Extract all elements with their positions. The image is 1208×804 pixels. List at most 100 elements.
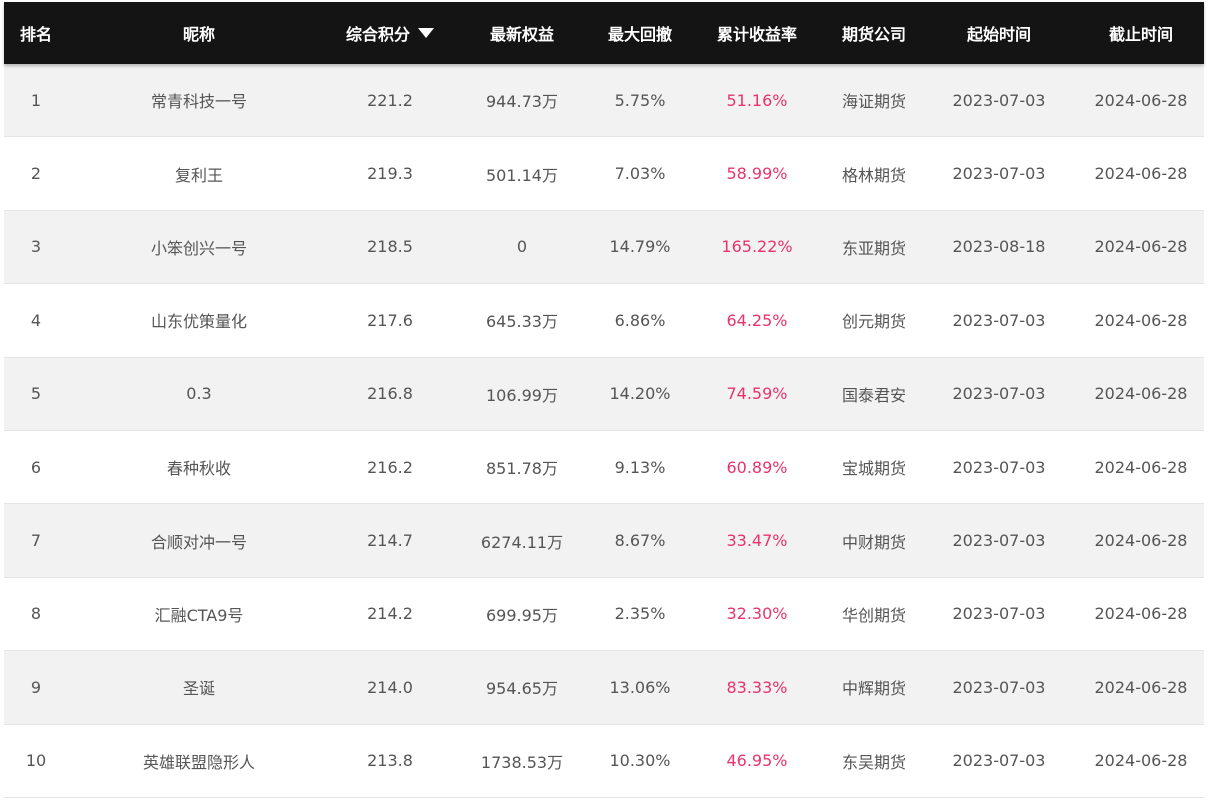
column-header-end: 截止时间 bbox=[1108, 25, 1173, 44]
start-date-cell: 2023-07-03 bbox=[952, 677, 1046, 697]
start-date-cell: 2023-07-03 bbox=[952, 751, 1046, 771]
table-row: 8 汇融CTA9号 214.2 699.95万 2.35% 32.30% 华创期货 2023-… bbox=[4, 577, 1204, 652]
end-date-cell: 2024-06-28 bbox=[1094, 237, 1188, 257]
table-row: 10 英雄联盟隐形人 213.8 1738.53万 10.30% 46.95% 东吴期货 20… bbox=[4, 724, 1204, 798]
equity-cell: 954.65万 bbox=[486, 679, 558, 699]
broker-cell: 东亚期货 bbox=[841, 238, 906, 258]
broker-cell: 华创期货 bbox=[841, 605, 906, 625]
table-row: 2 复利王 219.3 501.14万 7.03% 58.99% 格林期货 2023-07-0… bbox=[4, 137, 1204, 211]
rank-cell: 2 bbox=[30, 164, 42, 184]
drawdown-cell: 5.75% bbox=[614, 90, 666, 110]
end-date-cell: 2024-06-28 bbox=[1094, 384, 1188, 404]
table-row: 4 山东优策量化 217.6 645.33万 6.86% 64.25% 创元期货 2023-0… bbox=[4, 284, 1204, 358]
score-cell: 221.2 bbox=[367, 90, 413, 110]
end-date-cell: 2024-06-28 bbox=[1094, 164, 1188, 184]
score-cell: 216.2 bbox=[367, 457, 413, 477]
broker-cell: 创元期货 bbox=[841, 312, 906, 332]
score-cell: 214.0 bbox=[367, 677, 413, 697]
nickname-cell: 汇融CTA9号 bbox=[68, 577, 330, 651]
rank-cell: 10 bbox=[25, 751, 47, 771]
nickname-cell: 春种秋收 bbox=[68, 430, 330, 504]
cum-return-cell: 58.99% bbox=[726, 164, 788, 184]
end-date-cell: 2024-06-28 bbox=[1094, 751, 1188, 771]
cum-return-cell: 33.47% bbox=[726, 531, 788, 551]
equity-cell: 0 bbox=[516, 237, 528, 257]
table-row: 5 0.3 216.8 106.99万 14.20% 74.59% 国泰君安 2023-07-… bbox=[4, 357, 1204, 431]
drawdown-cell: 14.79% bbox=[609, 237, 671, 257]
cum-return-cell: 32.30% bbox=[726, 604, 788, 624]
nickname-cell: 复利王 bbox=[68, 137, 330, 210]
end-date-cell: 2024-06-28 bbox=[1094, 90, 1188, 110]
drawdown-cell: 9.13% bbox=[614, 457, 666, 477]
cum-return-cell: 64.25% bbox=[726, 310, 788, 330]
start-date-cell: 2023-07-03 bbox=[952, 164, 1046, 184]
nickname-cell: 合顺对冲一号 bbox=[68, 504, 330, 577]
start-date-cell: 2023-08-18 bbox=[952, 237, 1046, 257]
start-date-cell: 2023-07-03 bbox=[952, 457, 1046, 477]
table-row: 9 圣诞 214.0 954.65万 13.06% 83.33% 中辉期货 2023-07-0… bbox=[4, 651, 1204, 725]
nickname-cell: 0.3 bbox=[68, 357, 330, 430]
drawdown-cell: 2.35% bbox=[614, 604, 666, 624]
broker-cell: 东吴期货 bbox=[841, 752, 906, 772]
end-date-cell: 2024-06-28 bbox=[1094, 531, 1188, 551]
drawdown-cell: 6.86% bbox=[614, 310, 666, 330]
table-row: 1 常青科技一号 221.2 944.73万 5.75% 51.16% 海证期货 2023-0… bbox=[4, 64, 1204, 138]
column-header-nickname: 昵称 bbox=[182, 25, 215, 44]
broker-cell: 海证期货 bbox=[841, 92, 906, 112]
drawdown-cell: 7.03% bbox=[614, 164, 666, 184]
start-date-cell: 2023-07-03 bbox=[952, 310, 1046, 330]
ranking-table: 排名 昵称 综合积分 最新权益 最大回撤 累计收益率 期货公司 起始时间 截止时… bbox=[4, 2, 1204, 798]
rank-cell: 5 bbox=[30, 384, 42, 404]
start-date-cell: 2023-07-03 bbox=[952, 384, 1046, 404]
rank-cell: 7 bbox=[30, 531, 42, 551]
table-row: 7 合顺对冲一号 214.7 6274.11万 8.67% 33.47% 中财期货 2023-… bbox=[4, 504, 1204, 578]
rank-cell: 3 bbox=[30, 237, 42, 257]
broker-cell: 宝城期货 bbox=[841, 459, 906, 479]
nickname-cell: 常青科技一号 bbox=[68, 64, 330, 137]
broker-cell: 国泰君安 bbox=[841, 385, 906, 405]
score-cell: 218.5 bbox=[367, 237, 413, 257]
drawdown-cell: 10.30% bbox=[609, 751, 671, 771]
broker-cell: 中辉期货 bbox=[841, 679, 906, 699]
nickname-cell: 圣诞 bbox=[68, 651, 330, 724]
end-date-cell: 2024-06-28 bbox=[1094, 604, 1188, 624]
column-header-score-label: 综合积分 bbox=[345, 25, 410, 44]
score-cell: 213.8 bbox=[367, 751, 413, 771]
column-header-equity: 最新权益 bbox=[489, 25, 554, 44]
equity-cell: 6274.11万 bbox=[480, 532, 564, 552]
equity-cell: 851.78万 bbox=[486, 459, 558, 479]
equity-cell: 699.95万 bbox=[486, 605, 558, 625]
rank-cell: 6 bbox=[30, 457, 42, 477]
drawdown-cell: 14.20% bbox=[609, 384, 671, 404]
column-header-cum-return: 累计收益率 bbox=[716, 25, 797, 44]
rank-cell: 9 bbox=[30, 677, 42, 697]
sort-descending-icon[interactable] bbox=[418, 28, 434, 38]
score-cell: 219.3 bbox=[367, 164, 413, 184]
score-cell: 214.2 bbox=[367, 604, 413, 624]
drawdown-cell: 8.67% bbox=[614, 531, 666, 551]
column-header-rank: 排名 bbox=[19, 25, 52, 44]
broker-cell: 格林期货 bbox=[841, 165, 906, 185]
score-cell: 217.6 bbox=[367, 310, 413, 330]
table-row: 3 小笨创兴一号 218.5 0 14.79% 165.22% 东亚期货 2023-08-18… bbox=[4, 210, 1204, 285]
column-header-drawdown: 最大回撤 bbox=[607, 25, 672, 44]
end-date-cell: 2024-06-28 bbox=[1094, 677, 1188, 697]
equity-cell: 106.99万 bbox=[486, 385, 558, 405]
nickname-cell: 小笨创兴一号 bbox=[68, 210, 330, 284]
cum-return-cell: 46.95% bbox=[726, 751, 788, 771]
start-date-cell: 2023-07-03 bbox=[952, 531, 1046, 551]
cum-return-cell: 60.89% bbox=[726, 457, 788, 477]
column-header-score[interactable]: 综合积分 bbox=[330, 21, 450, 45]
table-row: 6 春种秋收 216.2 851.78万 9.13% 60.89% 宝城期货 2023-07-… bbox=[4, 430, 1204, 505]
column-header-broker: 期货公司 bbox=[841, 25, 906, 44]
table-header: 排名 昵称 综合积分 最新权益 最大回撤 累计收益率 期货公司 起始时间 截止时… bbox=[4, 2, 1204, 64]
start-date-cell: 2023-07-03 bbox=[952, 604, 1046, 624]
equity-cell: 944.73万 bbox=[486, 92, 558, 112]
cum-return-cell: 51.16% bbox=[726, 90, 788, 110]
table-body: 1 常青科技一号 221.2 944.73万 5.75% 51.16% 海证期货 2023-0… bbox=[4, 64, 1204, 798]
nickname-cell: 英雄联盟隐形人 bbox=[68, 724, 330, 797]
rank-cell: 8 bbox=[30, 604, 42, 624]
broker-cell: 中财期货 bbox=[841, 532, 906, 552]
cum-return-cell: 74.59% bbox=[726, 384, 788, 404]
column-header-start: 起始时间 bbox=[966, 25, 1031, 44]
